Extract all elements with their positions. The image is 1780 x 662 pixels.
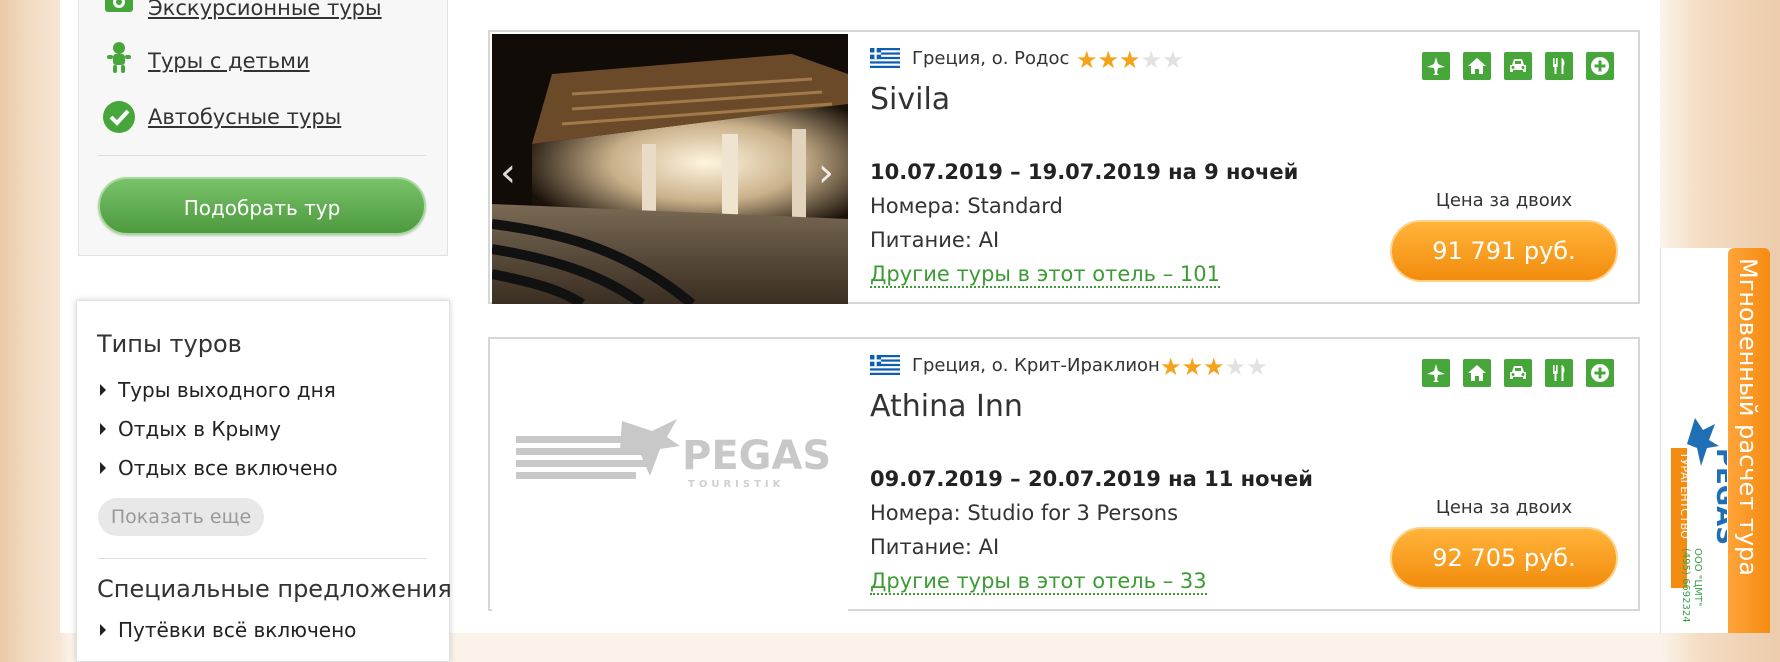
next-photo-arrow-icon[interactable]: › — [818, 150, 834, 196]
hotel-card: ‹ › Греция, о. Родос ★★★★★ Sivila 10.07.… — [488, 30, 1640, 304]
plus-circle-icon — [1586, 359, 1614, 387]
meal-plan: Питание: AI — [870, 535, 1000, 559]
meal-plan: Питание: AI — [870, 228, 1000, 252]
svg-text:ООО "ЦМТ": ООО "ЦМТ" — [1692, 548, 1703, 607]
hotel-stars: ★★★★★ — [1076, 46, 1184, 74]
hotel-photo[interactable]: ‹ › — [492, 34, 848, 304]
price-button[interactable]: 92 705 руб. — [1390, 527, 1618, 589]
hotel-name[interactable]: Sivila — [870, 82, 950, 117]
tour-type-item[interactable]: Отдых в Крыму — [100, 417, 281, 441]
price-label: Цена за двоих — [1435, 190, 1573, 211]
tour-type-label: Туры выходного дня — [118, 378, 336, 402]
plane-icon — [1422, 359, 1450, 387]
menu-link-bus[interactable]: Автобусные туры — [148, 105, 341, 129]
instant-tour-calc-widget[interactable]: PEGAS ТУРАГЕНТСТВО ООО "ЦМТ" (495) 66923… — [1660, 248, 1770, 633]
tour-dates: 10.07.2019 – 19.07.2019 на 9 ночей — [870, 160, 1299, 184]
caret-right-icon — [100, 624, 106, 636]
plane-icon — [1422, 52, 1450, 80]
price-button[interactable]: 91 791 руб. — [1390, 220, 1618, 282]
widget-title: Мгновенный расчет тура — [1734, 258, 1762, 576]
hotel-stars: ★★★★★ — [1160, 353, 1268, 381]
menu-link-excursion[interactable]: Экскурсионные туры — [148, 0, 382, 20]
room-type: Номера: Standard — [870, 194, 1063, 218]
prev-photo-arrow-icon[interactable]: ‹ — [500, 150, 516, 196]
camera-icon — [102, 0, 136, 22]
widget-logo-panel: PEGAS ТУРАГЕНТСТВО ООО "ЦМТ" (495) 66923… — [1660, 248, 1733, 633]
caret-right-icon — [100, 384, 106, 396]
hotel-location: Греция, о. Родос — [912, 48, 1070, 69]
tour-dates: 09.07.2019 – 20.07.2019 на 11 ночей — [870, 467, 1313, 491]
pegas-logo: PEGAS TOURISTIK — [516, 419, 831, 490]
find-tour-button[interactable]: Подобрать тур — [98, 177, 426, 235]
other-tours-link[interactable]: Другие туры в этот отель – 101 — [870, 262, 1220, 288]
tour-type-label: Отдых все включено — [118, 456, 338, 480]
price-label: Цена за двоих — [1435, 497, 1573, 518]
kid-icon — [102, 40, 136, 74]
plus-circle-icon — [1586, 52, 1614, 80]
special-offers-title: Специальные предложения — [97, 575, 452, 603]
special-offer-label: Путёвки всё включено — [118, 618, 357, 642]
car-icon — [1504, 52, 1532, 80]
room-type: Номера: Studio for 3 Persons — [870, 501, 1179, 525]
svg-text:TOURISTIK: TOURISTIK — [688, 479, 784, 490]
hotel-location: Греция, о. Крит-Ираклион — [912, 355, 1160, 376]
special-offer-item[interactable]: Путёвки всё включено — [100, 618, 356, 642]
tour-type-item[interactable]: Отдых все включено — [100, 456, 338, 480]
svg-text:ТУРАГЕНТСТВО: ТУРАГЕНТСТВО — [1678, 451, 1691, 539]
caret-right-icon — [100, 462, 106, 474]
tour-type-label: Отдых в Крыму — [118, 417, 281, 441]
menu-divider — [98, 155, 426, 156]
svg-text:PEGAS: PEGAS — [1710, 448, 1727, 545]
house-icon — [1463, 359, 1491, 387]
tour-types-title: Типы туров — [97, 330, 242, 358]
car-icon — [1504, 359, 1532, 387]
menu-link-kids[interactable]: Туры с детьми — [148, 49, 310, 73]
caret-right-icon — [100, 423, 106, 435]
tour-type-item[interactable]: Туры выходного дня — [100, 378, 336, 402]
house-icon — [1463, 52, 1491, 80]
hotel-name[interactable]: Athina Inn — [870, 389, 1023, 424]
widget-tab[interactable]: Мгновенный расчет тура — [1728, 248, 1770, 633]
show-more-button[interactable]: Показать еще — [98, 498, 264, 536]
fork-knife-icon — [1545, 52, 1573, 80]
types-divider — [98, 558, 426, 559]
hotel-photo-placeholder[interactable]: PEGAS TOURISTIK — [492, 341, 848, 611]
greece-flag-icon — [870, 355, 900, 375]
fork-knife-icon — [1545, 359, 1573, 387]
svg-text:PEGAS: PEGAS — [682, 433, 831, 479]
other-tours-link[interactable]: Другие туры в этот отель – 33 — [870, 569, 1207, 595]
greece-flag-icon — [870, 48, 900, 68]
hotel-card: PEGAS TOURISTIK Греция, о. Крит-Ираклион… — [488, 337, 1640, 611]
pegas-vertical-logo: PEGAS ТУРАГЕНТСТВО ООО "ЦМТ" (495) 66923… — [1671, 418, 1727, 623]
checkmark-circle-icon — [102, 100, 136, 134]
svg-text:(495) 6692324: (495) 6692324 — [1680, 548, 1691, 623]
